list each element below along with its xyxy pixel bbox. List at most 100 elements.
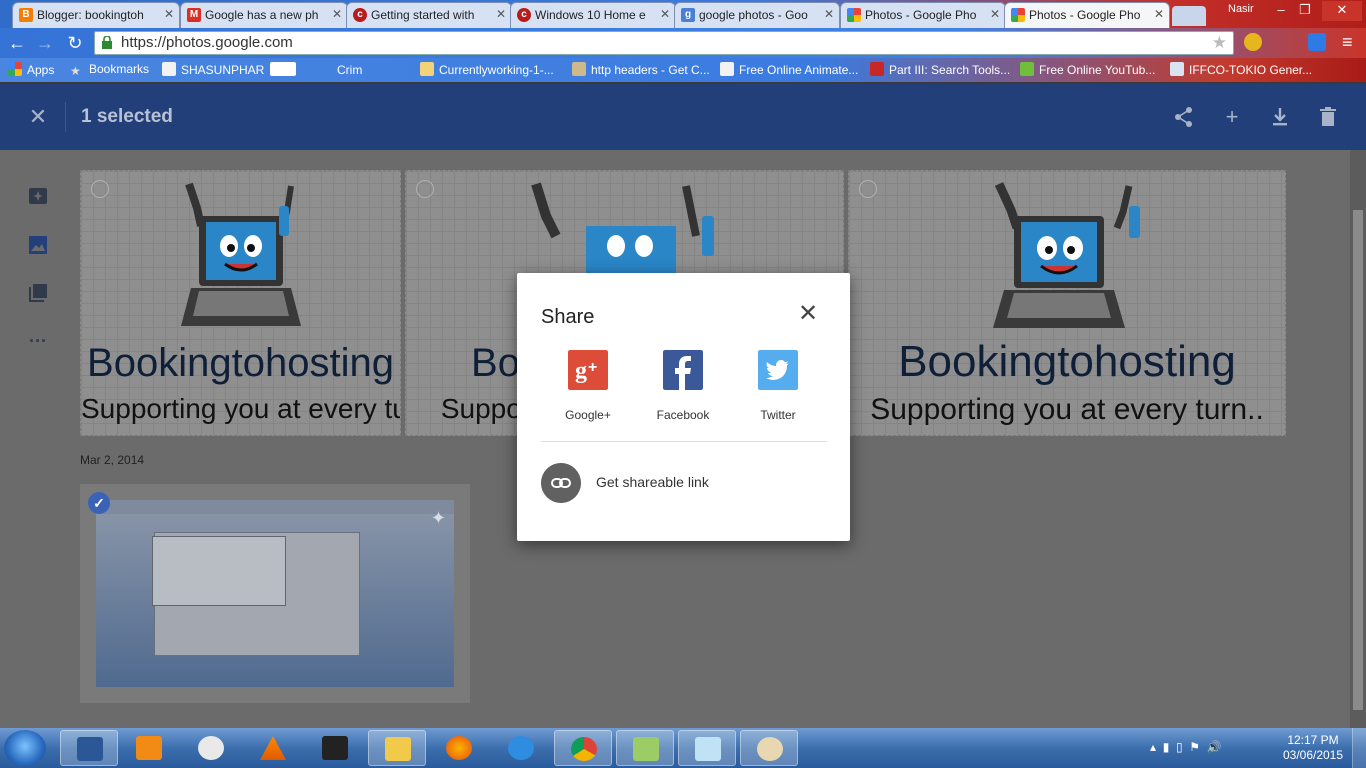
select-checkbox[interactable]: [859, 180, 877, 198]
select-checkbox[interactable]: [416, 180, 434, 198]
share-icon[interactable]: [1171, 104, 1197, 130]
explorer-taskbar-button[interactable]: [368, 730, 426, 766]
clock-time: 12:17 PM: [1287, 733, 1339, 747]
start-button[interactable]: [4, 730, 46, 766]
browser-tab[interactable]: c Windows 10 Home e ✕: [510, 2, 676, 28]
close-icon[interactable]: ✕: [796, 302, 820, 326]
blogger-icon: B: [19, 8, 33, 22]
chrome-icon: [571, 737, 597, 761]
explorer-icon: [385, 737, 411, 761]
bookmark-item[interactable]: Apps: [8, 62, 54, 77]
bookmark-item[interactable]: ★ Bookmarks: [70, 62, 149, 78]
close-tab-icon[interactable]: ✕: [496, 7, 506, 21]
network-taskbar-button[interactable]: [306, 730, 364, 766]
bookmark-item[interactable]: Crim: [270, 62, 362, 77]
albums-icon[interactable]: [27, 282, 49, 304]
forward-icon[interactable]: →: [34, 32, 56, 54]
firefox-taskbar-button[interactable]: [430, 730, 488, 766]
service-label: Twitter: [760, 408, 796, 422]
browser-tab[interactable]: c Getting started with ✕: [346, 2, 512, 28]
bookmark-item[interactable]: SHASUNPHAR: [162, 62, 264, 77]
select-checkbox[interactable]: [91, 180, 109, 198]
apps-icon: [8, 62, 22, 76]
photos-icon[interactable]: [27, 234, 49, 256]
vlc-taskbar-button[interactable]: [244, 730, 302, 766]
bookmark-item[interactable]: Part III: Search Tools...: [870, 62, 1010, 77]
assistant-icon[interactable]: [27, 186, 49, 208]
bookmark-item[interactable]: http headers - Get C...: [572, 62, 710, 77]
site-icon: [1170, 62, 1184, 76]
photo-brand-text: Bookingtohosting: [87, 341, 394, 385]
laptop-mascot-image: [993, 182, 1140, 328]
menu-icon[interactable]: ≡: [1342, 32, 1353, 53]
media-player-taskbar-button[interactable]: [120, 730, 178, 766]
word-taskbar-button[interactable]: [60, 730, 118, 766]
site-icon: c: [517, 8, 531, 22]
gmail-icon: M: [187, 8, 201, 22]
extension-icon[interactable]: [1244, 33, 1262, 51]
more-icon[interactable]: ···: [27, 330, 49, 352]
browser-tab[interactable]: Photos - Google Pho ✕: [840, 2, 1006, 28]
extension-icon[interactable]: [1308, 33, 1326, 51]
download-icon[interactable]: [1267, 104, 1293, 130]
reload-icon[interactable]: ↻: [64, 32, 86, 54]
show-desktop-button[interactable]: [1352, 728, 1366, 768]
notepad-taskbar-button[interactable]: [678, 730, 736, 766]
photo-thumbnail[interactable]: Bookingtohosting Supporting you at every…: [848, 170, 1286, 436]
share-facebook-button[interactable]: Facebook: [643, 350, 723, 422]
windows-taskbar: ▴ ▮ ▯ ⚑ 🔊 12:17 PM 03/06/2015: [0, 728, 1366, 768]
close-icon[interactable]: ✕: [25, 104, 51, 130]
close-tab-icon[interactable]: ✕: [332, 7, 342, 21]
browser-toolbar: ← → ↻ https://photos.google.com ★ ≡: [0, 28, 1366, 58]
notepad-plus-taskbar-button[interactable]: [616, 730, 674, 766]
photo-thumbnail[interactable]: Bookingtohosting Supporting you at every…: [80, 170, 401, 436]
scrollbar-thumb[interactable]: [1353, 210, 1363, 710]
dialog-divider: [541, 441, 827, 442]
chrome-taskbar-button[interactable]: [554, 730, 612, 766]
google-photos-icon: [847, 8, 861, 22]
minimize-icon[interactable]: –: [1272, 1, 1290, 21]
delete-icon[interactable]: [1315, 104, 1341, 130]
system-tray-icons[interactable]: ▴ ▮ ▯ ⚑ 🔊: [1150, 740, 1222, 754]
snipping-taskbar-button[interactable]: [182, 730, 240, 766]
close-tab-icon[interactable]: ✕: [824, 7, 834, 21]
bookmark-item[interactable]: Free Online Animate...: [720, 62, 858, 77]
back-icon[interactable]: ←: [6, 32, 28, 54]
address-bar[interactable]: https://photos.google.com ★: [94, 31, 1234, 55]
selected-photo-tile[interactable]: ✦: [80, 484, 470, 703]
browser-tab[interactable]: B Blogger: bookingtoh ✕: [12, 2, 180, 28]
profile-name[interactable]: Nasir: [1228, 3, 1254, 15]
bookmark-item[interactable]: Free Online YouTub...: [1020, 62, 1155, 77]
googleplus-icon: g +: [568, 350, 608, 390]
bookmark-item[interactable]: Currentlyworking-1-...: [420, 62, 554, 77]
close-tab-icon[interactable]: ✕: [990, 7, 1000, 21]
bookmark-label: http headers - Get C...: [591, 63, 710, 77]
ie-taskbar-button[interactable]: [492, 730, 550, 766]
browser-tab[interactable]: g google photos - Goo ✕: [674, 2, 840, 28]
close-tab-icon[interactable]: ✕: [164, 7, 174, 21]
close-tab-icon[interactable]: ✕: [660, 7, 670, 21]
system-clock[interactable]: 12:17 PM 03/06/2015: [1278, 733, 1348, 763]
add-icon[interactable]: +: [1219, 104, 1245, 130]
bookmark-label: Crim: [337, 63, 363, 77]
photo-tagline-text: Supporting you at every turn..: [870, 393, 1264, 426]
vlc-icon: [260, 736, 286, 760]
laptop-mascot-image: [181, 182, 301, 326]
tab-title: Getting started with: [371, 8, 475, 22]
restore-icon[interactable]: ❐: [1296, 1, 1314, 21]
notepad-icon: [695, 737, 721, 761]
close-window-icon[interactable]: ✕: [1322, 1, 1362, 21]
paint-taskbar-button[interactable]: [740, 730, 798, 766]
get-shareable-link-button[interactable]: Get shareable link: [541, 463, 827, 503]
share-googleplus-button[interactable]: g + Google+: [548, 350, 628, 422]
share-twitter-button[interactable]: Twitter: [738, 350, 818, 422]
bookmark-label: IFFCO-TOKIO Gener...: [1189, 63, 1313, 77]
close-tab-icon[interactable]: ✕: [1154, 7, 1164, 21]
selected-check-icon[interactable]: ✓: [88, 492, 110, 514]
browser-tab[interactable]: M Google has a new ph ✕: [180, 2, 348, 28]
browser-tab-active[interactable]: Photos - Google Pho ✕: [1004, 2, 1170, 28]
bookmark-item[interactable]: IFFCO-TOKIO Gener...: [1170, 62, 1312, 77]
page-scrollbar[interactable]: [1350, 150, 1366, 728]
bookmark-star-icon[interactable]: ★: [1212, 32, 1227, 54]
new-tab-button[interactable]: [1172, 6, 1206, 26]
